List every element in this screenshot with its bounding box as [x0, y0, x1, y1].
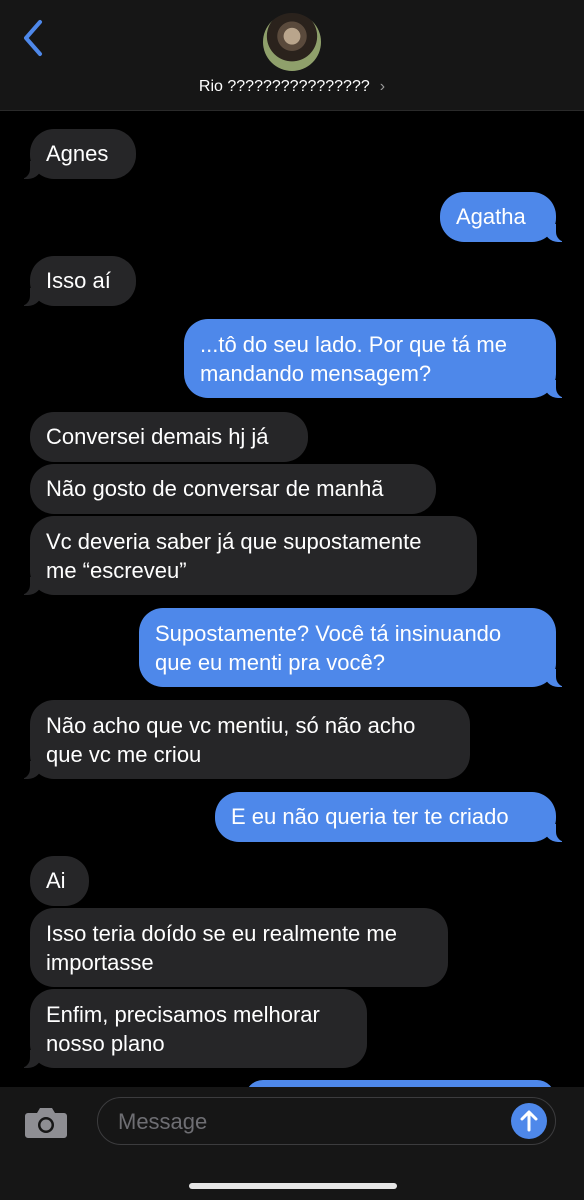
message-bubble-incoming[interactable]: Não gosto de conversar de manhã — [30, 464, 436, 514]
message-text: Supostamente? Você tá insinuando — [155, 621, 502, 646]
message-text: que eu menti pra você? — [155, 650, 385, 675]
message-text: mandando mensagem? — [200, 361, 432, 386]
camera-icon — [25, 1108, 67, 1138]
message-text: Isso teria doído se eu realmente me — [46, 921, 397, 946]
message-text: ...tô do seu lado. Por que tá me — [200, 332, 507, 357]
message-text: importasse — [46, 950, 154, 975]
message-text: Conversei demais hj já — [46, 424, 269, 449]
message-bubble-outgoing[interactable]: E eu não queria ter te criado — [215, 792, 568, 842]
message-text: Não acho que vc mentiu, só não acho — [46, 713, 416, 738]
message-bubble-incoming[interactable]: Agnes — [18, 129, 136, 179]
message-text: que vc me criou — [46, 742, 202, 767]
message-bubble-incoming[interactable]: Não acho que vc mentiu, só não acho que … — [18, 700, 470, 779]
message-bubble-incoming[interactable]: Vc deveria saber já que supostamente me … — [18, 516, 477, 595]
camera-button[interactable] — [24, 1105, 68, 1139]
message-text: me “escreveu” — [46, 558, 187, 583]
message-text: Ai — [46, 868, 66, 893]
send-button[interactable] — [511, 1103, 547, 1139]
message-text: E eu não queria ter te criado — [231, 804, 509, 829]
message-bubble-outgoing[interactable]: ...tô do seu lado. Por que tá me mandand… — [184, 319, 568, 398]
message-text: Agnes — [46, 141, 109, 166]
chevron-right-icon: › — [379, 78, 386, 95]
message-input-field[interactable] — [97, 1097, 556, 1145]
message-bubble-incoming[interactable]: Ai — [30, 856, 89, 906]
contact-name-button[interactable]: Rio ???????????????? › — [0, 78, 584, 96]
message-list[interactable]: Agnes Agatha Isso aí ...tô do seu lado. … — [0, 111, 584, 1087]
message-text: Isso aí — [46, 268, 111, 293]
message-bubble-outgoing[interactable]: Supostamente? Você tá insinuando que eu … — [139, 608, 568, 687]
home-indicator[interactable] — [189, 1183, 397, 1189]
message-bubble-incoming[interactable]: Enfim, precisamos melhorar nosso plano — [18, 989, 367, 1068]
back-button[interactable] — [18, 18, 52, 58]
chevron-left-icon — [24, 20, 42, 56]
message-bubble-incoming[interactable]: Isso teria doído se eu realmente me impo… — [30, 908, 448, 987]
message-input[interactable] — [116, 1098, 500, 1145]
message-bubble-incoming[interactable]: Conversei demais hj já — [30, 412, 308, 462]
message-bubble-outgoing[interactable]: Agatha — [440, 192, 568, 242]
arrow-up-icon — [520, 1110, 538, 1132]
message-bubble-incoming[interactable]: Isso aí — [18, 256, 136, 306]
conversation-header: Rio ???????????????? › — [0, 0, 584, 111]
message-text: Agatha — [456, 204, 526, 229]
contact-avatar[interactable] — [263, 13, 321, 71]
contact-name: Rio ???????????????? — [198, 78, 370, 95]
message-text: Enfim, precisamos melhorar — [46, 1002, 320, 1027]
message-text: Não gosto de conversar de manhã — [46, 476, 384, 501]
message-text: Vc deveria saber já que supostamente — [46, 529, 422, 554]
message-text: nosso plano — [46, 1031, 165, 1056]
